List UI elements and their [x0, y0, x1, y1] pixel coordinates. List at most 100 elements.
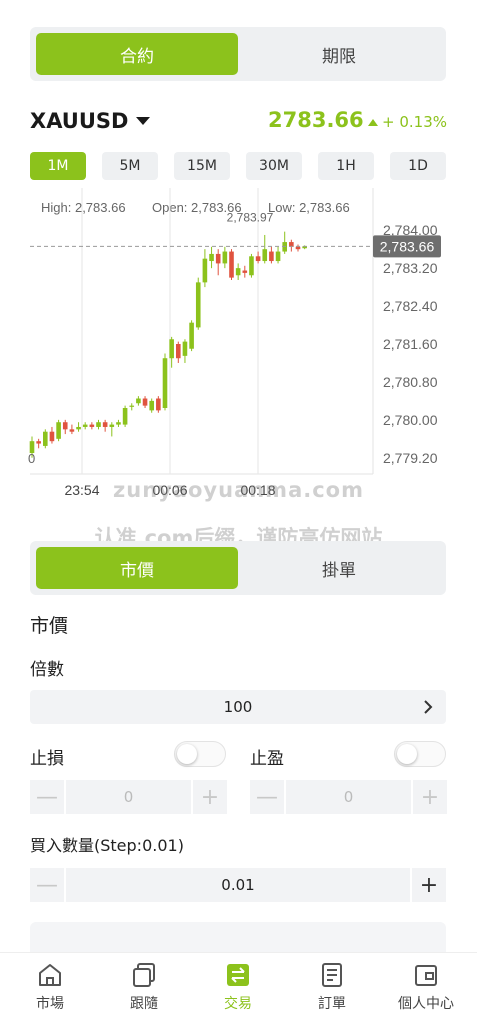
y-tick-label: 2,779.20	[383, 450, 438, 466]
quantity-plus-button[interactable]: +	[412, 868, 446, 902]
candlestick-chart[interactable]: High: 2,783.66 Open: 2,783.66 Low: 2,783…	[0, 186, 477, 506]
price-change: + 0.13%	[368, 113, 447, 131]
candle-body	[249, 256, 254, 276]
candle-body	[162, 358, 168, 408]
candle-body	[255, 256, 261, 262]
take-profit-label: 止盈	[250, 749, 284, 769]
multiplier-value: 100	[223, 698, 253, 716]
timeframe-1d[interactable]: 1D	[390, 152, 446, 180]
timeframe-1h[interactable]: 1H	[318, 152, 374, 180]
candle-body	[69, 429, 75, 432]
nav-trade[interactable]: 交易	[198, 961, 278, 1013]
candle-body	[182, 341, 188, 356]
chart-left-cut-label: 0	[28, 451, 35, 466]
stop-loss-input[interactable]: 0	[66, 780, 191, 814]
copy-icon	[133, 963, 155, 987]
home-icon	[39, 964, 61, 986]
candle-body	[242, 270, 248, 273]
timeframe-30m[interactable]: 30M	[246, 152, 302, 180]
candle-body	[122, 408, 128, 425]
tab-contract[interactable]: 合約	[36, 33, 238, 75]
quantity-label: 買入數量(Step:0.01)	[30, 836, 184, 855]
candle-body	[176, 344, 181, 359]
stop-loss-stepper: — 0 +	[30, 780, 227, 814]
timeframe-1m[interactable]: 1M	[30, 152, 86, 180]
multiplier-selector[interactable]: 100	[30, 690, 446, 724]
candle-body	[235, 268, 241, 276]
candle-body	[229, 251, 234, 278]
toggle-knob	[177, 744, 197, 764]
candle-body	[142, 398, 148, 406]
take-profit-plus-button[interactable]: +	[413, 780, 447, 814]
take-profit-stepper: — 0 +	[250, 780, 447, 814]
price-change-value: + 0.13%	[382, 113, 447, 131]
y-tick-label: 2,782.40	[383, 298, 438, 314]
nav-follow-label: 跟隨	[130, 996, 158, 1012]
candle-body	[295, 246, 301, 250]
symbol-selector[interactable]: XAUUSD	[30, 109, 151, 133]
candle-body	[149, 400, 154, 411]
quantity-minus-button[interactable]: —	[30, 868, 64, 902]
timeframe-5m[interactable]: 5M	[102, 152, 158, 180]
candle-body	[169, 339, 174, 359]
caret-down-icon	[136, 117, 151, 125]
multiplier-label: 倍數	[30, 660, 64, 680]
x-tick-label: 00:06	[152, 482, 187, 498]
candle-body	[195, 282, 201, 328]
bottom-navigation: 市場 跟隨 交易 訂單 個人中心	[0, 952, 477, 1024]
candle-body	[209, 253, 214, 262]
order-type-switch: 市價 掛單	[30, 541, 446, 595]
last-price-tag-text: 2,783.66	[380, 238, 435, 254]
symbol-label: XAUUSD	[30, 109, 129, 133]
candle-body	[262, 249, 268, 262]
chevron-right-icon	[424, 700, 433, 714]
candle-body	[102, 422, 108, 427]
stop-loss-toggle[interactable]	[174, 741, 226, 767]
max-price-label: 2,783.97	[227, 211, 274, 225]
candle-body	[215, 253, 221, 264]
tab-market-order[interactable]: 市價	[36, 547, 238, 589]
nav-orders-label: 訂單	[318, 996, 346, 1012]
quantity-input[interactable]: 0.01	[66, 868, 410, 902]
nav-trade-label: 交易	[224, 996, 252, 1012]
nav-orders[interactable]: 訂單	[292, 961, 372, 1013]
stop-loss-label: 止損	[30, 749, 64, 769]
document-icon	[322, 963, 342, 987]
tab-futures[interactable]: 期限	[238, 33, 440, 75]
candle-body	[189, 322, 194, 349]
chart-low-label: Low: 2,783.66	[268, 200, 350, 215]
arrow-up-icon	[368, 118, 378, 126]
exchange-icon	[227, 964, 249, 986]
stop-loss-minus-button[interactable]: —	[30, 780, 64, 814]
x-tick-label: 00:18	[240, 482, 275, 498]
nav-market-label: 市場	[36, 996, 64, 1012]
y-tick-label: 2,781.60	[383, 336, 438, 352]
nav-profile[interactable]: 個人中心	[386, 961, 466, 1013]
nav-market[interactable]: 市場	[10, 961, 90, 1013]
candle-body	[82, 424, 88, 427]
nav-follow[interactable]: 跟隨	[104, 961, 184, 1013]
take-profit-minus-button[interactable]: —	[250, 780, 284, 814]
candle-body	[136, 398, 141, 404]
candle-body	[202, 258, 208, 283]
quantity-stepper: — 0.01 +	[30, 868, 446, 902]
timeframe-15m[interactable]: 15M	[174, 152, 230, 180]
candle-body	[269, 251, 274, 262]
candle-body	[56, 422, 61, 439]
candle-body	[222, 251, 228, 264]
candle-body	[36, 441, 41, 444]
candle-body	[43, 431, 48, 446]
candle-body	[49, 431, 55, 442]
x-tick-label: 23:54	[64, 482, 99, 498]
take-profit-toggle[interactable]	[394, 741, 446, 767]
stop-loss-plus-button[interactable]: +	[193, 780, 227, 814]
candle-body	[62, 422, 68, 430]
wallet-icon	[415, 965, 437, 986]
contract-type-switch: 合約 期限	[30, 27, 446, 81]
nav-profile-label: 個人中心	[398, 996, 454, 1012]
candle-body	[129, 405, 135, 407]
take-profit-input[interactable]: 0	[286, 780, 411, 814]
tab-pending-order[interactable]: 掛單	[238, 547, 440, 589]
candle-body	[109, 424, 115, 427]
y-tick-label: 2,780.80	[383, 374, 438, 390]
